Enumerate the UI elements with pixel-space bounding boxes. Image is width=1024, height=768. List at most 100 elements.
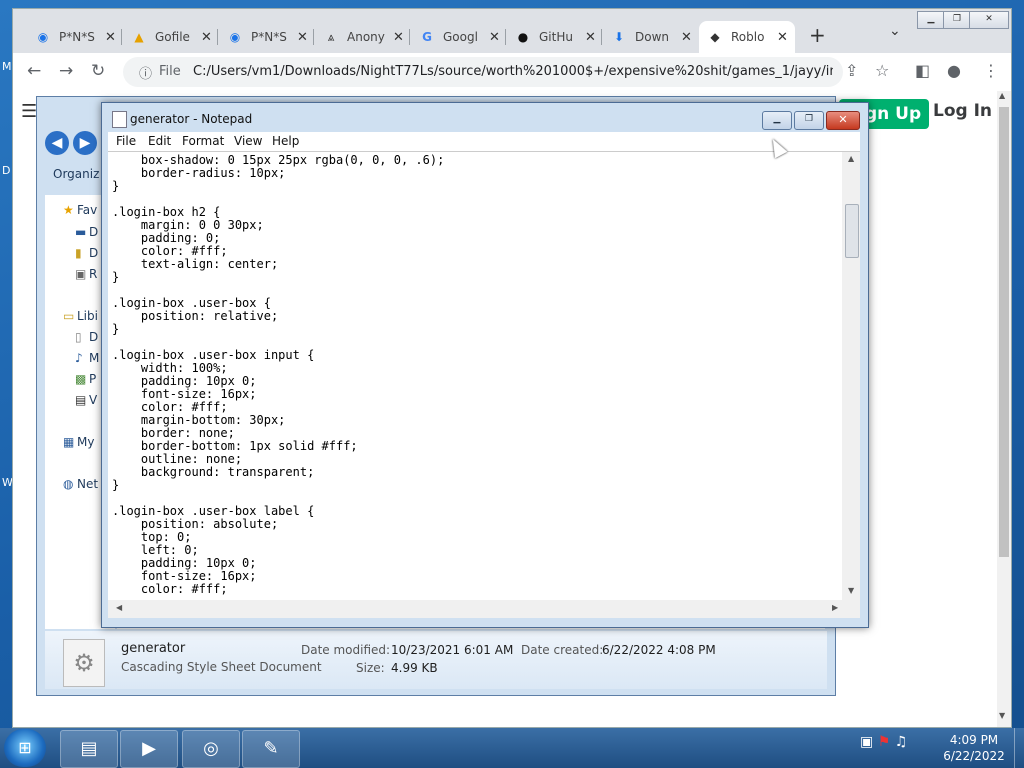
- media-player-icon[interactable]: ▶: [120, 730, 178, 768]
- horizontal-scrollbar[interactable]: [108, 600, 860, 618]
- nav-item-music[interactable]: ♪ M: [75, 351, 99, 365]
- menu-kebab-icon[interactable]: ⋮: [983, 61, 999, 80]
- tab-label: P*N*S: [59, 30, 95, 44]
- close-icon[interactable]: ✕: [105, 30, 116, 45]
- minimize-button[interactable]: ▁: [762, 111, 792, 130]
- bookmark-star-icon[interactable]: ☆: [875, 61, 889, 80]
- nav-item-downloads[interactable]: ▮ D: [75, 246, 98, 260]
- computer-icon: ▦: [63, 435, 75, 449]
- desktop-icon-label[interactable]: D: [2, 164, 10, 177]
- download-icon: ⬇: [613, 30, 625, 44]
- recent-places-icon: ▣: [75, 267, 87, 281]
- nav-item-libraries[interactable]: ▭ Libi: [63, 309, 98, 323]
- notepad-window: generator - Notepad ▁ ❐ ✕ File Edit Form…: [101, 102, 869, 628]
- browser-tab[interactable]: ⬇ Down ✕: [603, 21, 699, 53]
- scroll-down-arrow-icon[interactable]: ▼: [999, 711, 1005, 720]
- menu-file[interactable]: File: [116, 134, 136, 148]
- close-icon[interactable]: ✕: [585, 30, 596, 45]
- close-icon[interactable]: ✕: [777, 30, 788, 45]
- tab-label: Gofile: [155, 30, 190, 44]
- menu-view[interactable]: View: [234, 134, 262, 148]
- show-desktop-button[interactable]: [1014, 728, 1024, 768]
- scroll-right-arrow-icon[interactable]: ▶: [832, 603, 838, 612]
- nav-item-recent-places[interactable]: ▣ R: [75, 267, 97, 281]
- new-tab-icon[interactable]: +: [809, 23, 826, 47]
- date-modified-value: 10/23/2021 6:01 AM: [391, 643, 514, 657]
- explorer-icon[interactable]: ▤: [60, 730, 118, 768]
- nav-item-pictures[interactable]: ▩ P: [75, 372, 96, 386]
- info-icon[interactable]: ⓘ: [139, 63, 152, 82]
- hamburger-menu-icon[interactable]: ☰: [21, 101, 37, 122]
- browser-tab[interactable]: ◉ P*N*S ✕: [27, 21, 123, 53]
- volume-icon[interactable]: ♫: [895, 734, 908, 750]
- nav-item-videos[interactable]: ▤ V: [75, 393, 97, 407]
- size-label: Size:: [356, 661, 385, 675]
- close-icon[interactable]: ✕: [393, 30, 404, 45]
- maximize-button[interactable]: ❐: [943, 11, 971, 29]
- share-icon[interactable]: ⇪: [845, 61, 858, 80]
- close-icon[interactable]: ✕: [489, 30, 500, 45]
- gofile-icon: ▲: [134, 30, 144, 44]
- clock-time[interactable]: 4:09 PM: [948, 733, 1000, 747]
- network-icon: ◍: [63, 477, 74, 491]
- forward-icon[interactable]: ▶: [73, 131, 97, 155]
- scroll-up-arrow-icon[interactable]: ▲: [848, 154, 854, 163]
- browser-tab[interactable]: ⩓ Anony ✕: [315, 21, 411, 53]
- menu-format[interactable]: Format: [182, 134, 224, 148]
- tab-label: Anony: [347, 30, 385, 44]
- minimize-button[interactable]: ▁: [917, 11, 945, 29]
- nav-item-favorites[interactable]: ★ Fav: [63, 203, 97, 217]
- network-tray-icon[interactable]: ▣: [860, 734, 873, 750]
- url-text[interactable]: C:/Users/vm1/Downloads/NightT77Ls/source…: [193, 64, 833, 79]
- side-panel-icon[interactable]: ◧: [915, 61, 930, 80]
- back-icon[interactable]: ◀: [45, 131, 69, 155]
- address-bar[interactable]: ⓘ File C:/Users/vm1/Downloads/NightT77Ls…: [123, 57, 843, 87]
- close-icon[interactable]: ✕: [681, 30, 692, 45]
- clock-date[interactable]: 6/22/2022: [940, 749, 1008, 763]
- close-icon[interactable]: ✕: [297, 30, 308, 45]
- vertical-scrollbar-thumb[interactable]: [845, 204, 859, 258]
- browser-tab[interactable]: G Googl ✕: [411, 21, 507, 53]
- notepad-app-icon[interactable]: [112, 111, 127, 128]
- login-link[interactable]: Log In: [933, 101, 992, 121]
- menu-help[interactable]: Help: [272, 134, 299, 148]
- desktop-icon-label[interactable]: M: [2, 60, 12, 73]
- documents-icon: ▯: [75, 330, 82, 344]
- browser-tab[interactable]: ▲ Gofile ✕: [123, 21, 219, 53]
- back-icon[interactable]: ←: [27, 61, 41, 81]
- file-content[interactable]: box-shadow: 0 15px 25px rgba(0, 0, 0, .6…: [112, 154, 842, 598]
- nav-item-documents[interactable]: ▯ D: [75, 330, 98, 344]
- tab-separator: [601, 29, 602, 45]
- forward-icon[interactable]: →: [59, 61, 73, 81]
- music-icon: ♪: [75, 351, 83, 365]
- browser-tab[interactable]: ● GitHu ✕: [507, 21, 603, 53]
- tab-search-chevron-icon[interactable]: ⌄: [889, 23, 901, 39]
- text-editor-area[interactable]: box-shadow: 0 15px 25px rgba(0, 0, 0, .6…: [108, 151, 860, 618]
- roblox-icon: ◆: [710, 30, 720, 44]
- close-button[interactable]: ✕: [969, 11, 1009, 29]
- chrome-icon[interactable]: ◎: [182, 730, 240, 768]
- css-file-icon: ⚙: [63, 639, 105, 687]
- date-created-label: Date created:: [521, 643, 604, 657]
- nav-item-desktop[interactable]: ▬ D: [75, 225, 98, 239]
- start-button[interactable]: ⊞: [4, 729, 46, 767]
- scroll-up-arrow-icon[interactable]: ▲: [999, 91, 1005, 100]
- scroll-down-arrow-icon[interactable]: ▼: [848, 586, 854, 595]
- url-scheme-label: File: [159, 64, 181, 79]
- edge-blue-icon: ◉: [37, 30, 49, 44]
- maximize-button[interactable]: ❐: [794, 111, 824, 130]
- notepad-icon[interactable]: ✎: [242, 730, 300, 768]
- reload-icon[interactable]: ↻: [91, 61, 105, 81]
- action-center-flag-icon[interactable]: ⚑: [878, 734, 891, 750]
- close-icon[interactable]: ✕: [201, 30, 212, 45]
- nav-item-computer[interactable]: ▦ My: [63, 435, 94, 449]
- page-scrollbar-thumb[interactable]: [999, 107, 1009, 557]
- browser-tab-active[interactable]: ◆ Roblo ✕: [699, 21, 795, 53]
- nav-item-network[interactable]: ◍ Net: [63, 477, 98, 491]
- desktop-icon: ▬: [75, 225, 87, 239]
- profile-avatar-icon[interactable]: ●: [947, 61, 961, 80]
- menu-edit[interactable]: Edit: [148, 134, 171, 148]
- browser-tab[interactable]: ◉ P*N*S ✕: [219, 21, 315, 53]
- close-button[interactable]: ✕: [826, 111, 860, 130]
- scroll-left-arrow-icon[interactable]: ◀: [116, 603, 122, 612]
